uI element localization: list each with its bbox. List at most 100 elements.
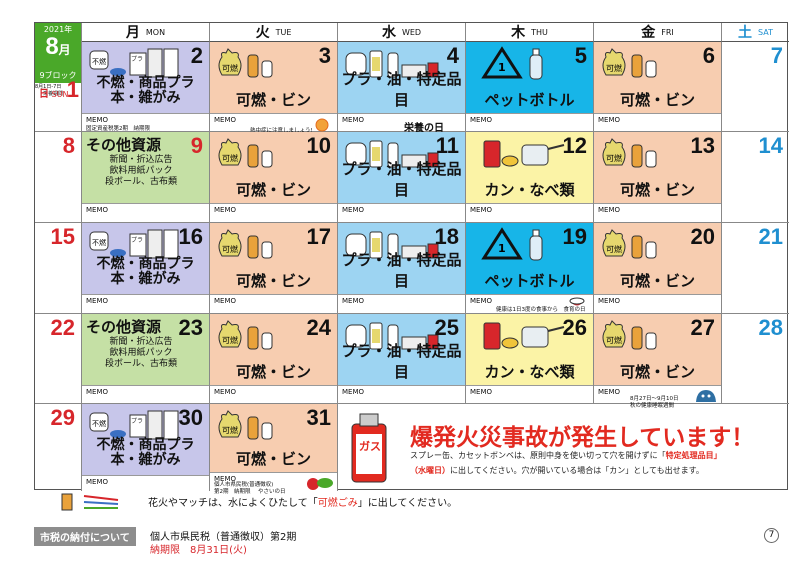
waste-type-burnable: 可燃・ビン [235,91,311,109]
burnable-bag-icon: 可燃 [218,410,273,440]
svg-text:可燃: 可燃 [606,153,622,163]
cans-pots-icon [483,322,565,350]
waste-type-burnable: 可燃・ビン [235,272,311,290]
svg-text:プラ: プラ [131,56,143,63]
waste-type-special: プラ・油・特定品目 [341,70,462,109]
waste-type-pet: ペットボトル [484,91,575,109]
waste-type-burnable: 可燃・ビン [235,181,311,199]
day-cell-22: 22 [35,314,82,404]
day-number: 25 [434,315,459,340]
memo-area[interactable]: MEMO 個人市県民税(普通徴収) 第2期 納期限 やさいの日 [210,472,337,495]
month-badge: 2021年 8月 9ブロック [35,23,82,83]
day-number: 28 [758,315,783,340]
header-wed: 水 WED [338,23,466,42]
day-number: 1 [66,77,79,102]
memo-area[interactable]: MEMO [82,475,209,491]
waste-type-cans: カン・なべ類 [484,181,575,199]
day-number: 6 [702,43,715,68]
header-fri: 金 FRI [594,23,722,42]
burnable-bag-icon: 可燃 [218,138,273,168]
day-cell-19: 1 19 ペットボトル MEMO 健康は1日3度の食事から 食育の日 [466,223,594,314]
memo-area[interactable]: MEMO [594,294,721,313]
day-cell-28: 28 [722,314,789,404]
memo-area[interactable]: MEMO 栄養の日 六月は栄養を大切に、みんなで [338,113,465,138]
waste-type-pet: ペットボトル [484,272,575,290]
day-number: 30 [178,405,203,430]
day-number: 2 [190,43,203,68]
memo-area[interactable]: MEMO [466,203,593,222]
day-number: 3 [318,43,331,68]
waste-type-burnable: 可燃・ビン [619,363,695,381]
svg-text:可燃: 可燃 [222,335,238,345]
memo-area[interactable]: MEMO [82,203,209,222]
waste-type-plastic: 不燃・商品プラ 本・雑がみ [96,437,195,468]
day-number: 24 [306,315,331,340]
svg-text:不燃: 不燃 [92,419,106,428]
day-cell-27: 可燃 27 可燃・ビン MEMO 8月27日～9月10日 秋の健康睡眠週間 [594,314,722,409]
memo-area[interactable]: MEMO [210,203,337,222]
day-number: 7 [770,43,783,68]
day-number: 14 [758,133,783,158]
header-mon: 月 MON [82,23,210,42]
gas-can-icon: ガス [351,413,387,483]
memo-area[interactable]: MEMO 8月27日～9月10日 秋の健康睡眠週間 [594,385,721,409]
svg-text:可燃: 可燃 [222,244,238,254]
burnable-bag-icon: 可燃 [602,229,657,259]
day-number: 15 [50,224,75,249]
day-cell-7: 7 [722,42,789,132]
fireworks-note: 花火やマッチは、水によくひたして「可燃ごみ」に出してください。 [148,498,458,509]
day-cell-15: 15 [35,223,82,314]
day-cell-25: 25 プラ・油・特定品目 MEMO [338,314,466,404]
day-cell-1: 日 SUN 1 8月1日-7日 栄養週間 [35,77,82,132]
memo-area[interactable]: MEMO [466,385,593,403]
memo-area[interactable]: MEMO [82,294,209,313]
svg-text:可燃: 可燃 [222,153,238,163]
memo-area[interactable]: MEMO 固定資産税第2期 納期限 [82,113,209,132]
svg-text:プラ: プラ [131,418,143,425]
warning-title: 爆発火災事故が発生しています！ [410,425,755,451]
calendar-grid: 2021年 8月 9ブロック 月 MON 火 TUE 水 WED 木 THU 金 FRI … [34,22,789,495]
day-cell-17: 可燃 17 可燃・ビン MEMO [210,223,338,314]
memo-area[interactable]: MEMO 熱中症に注意しましょう! [210,113,337,134]
pet-bottle-icon: 1 [481,46,543,80]
memo-area[interactable]: MEMO [594,203,721,222]
burnable-bag-icon: 可燃 [218,48,273,78]
day-number: 13 [690,133,715,158]
waste-type-burnable: 可燃・ビン [619,91,695,109]
memo-area[interactable]: MEMO [210,294,337,313]
rice-bowl-icon [569,297,585,306]
pet-bottle-icon: 1 [481,227,543,261]
sunday-label: 日 SUN [39,89,69,100]
day-cell-26: 26 カン・なべ類 MEMO [466,314,594,404]
day-cell-24: 可燃 24 可燃・ビン MEMO [210,314,338,404]
day-number: 27 [690,315,715,340]
memo-area[interactable]: MEMO [466,113,593,131]
memo-area[interactable]: MEMO [338,203,465,222]
waste-type-burnable: 可燃・ビン [235,363,311,381]
memo-area[interactable]: MEMO 健康は1日3度の食事から 食育の日 [466,294,593,313]
tax-payment-label: 市税の納付について [34,527,136,546]
day-number: 12 [562,133,587,158]
memo-area[interactable]: MEMO [338,385,465,403]
memo-area[interactable]: MEMO [210,385,337,403]
burnable-bag-icon: 可燃 [218,320,273,350]
day-cell-31: 可燃 31 可燃・ビン MEMO 個人市県民税(普通徴収) 第2期 納期限 やさいの… [210,404,338,495]
day-number: 16 [178,224,203,249]
day-number: 18 [434,224,459,249]
svg-text:可燃: 可燃 [606,335,622,345]
memo-area[interactable]: MEMO [594,113,721,131]
waste-type-cans: カン・なべ類 [484,363,575,381]
svg-text:1: 1 [498,61,506,74]
day-cell-3: 可燃 3 可燃・ビン MEMO 熱中症に注意しましょう! [210,42,338,134]
svg-text:可燃: 可燃 [222,63,238,73]
burnable-bag-icon: 可燃 [602,48,657,78]
svg-text:ガス: ガス [359,439,381,453]
day-number: 20 [690,224,715,249]
day-cell-8: 8 [35,132,82,223]
memo-area[interactable]: MEMO [338,294,465,313]
day-number: 21 [758,224,783,249]
other-resources: その他資源 新聞・折込広告 飲料用紙パック 段ボール、古布類 [86,136,177,187]
day-number: 26 [562,315,587,340]
memo-area[interactable]: MEMO [82,385,209,403]
day-number: 10 [306,133,331,158]
